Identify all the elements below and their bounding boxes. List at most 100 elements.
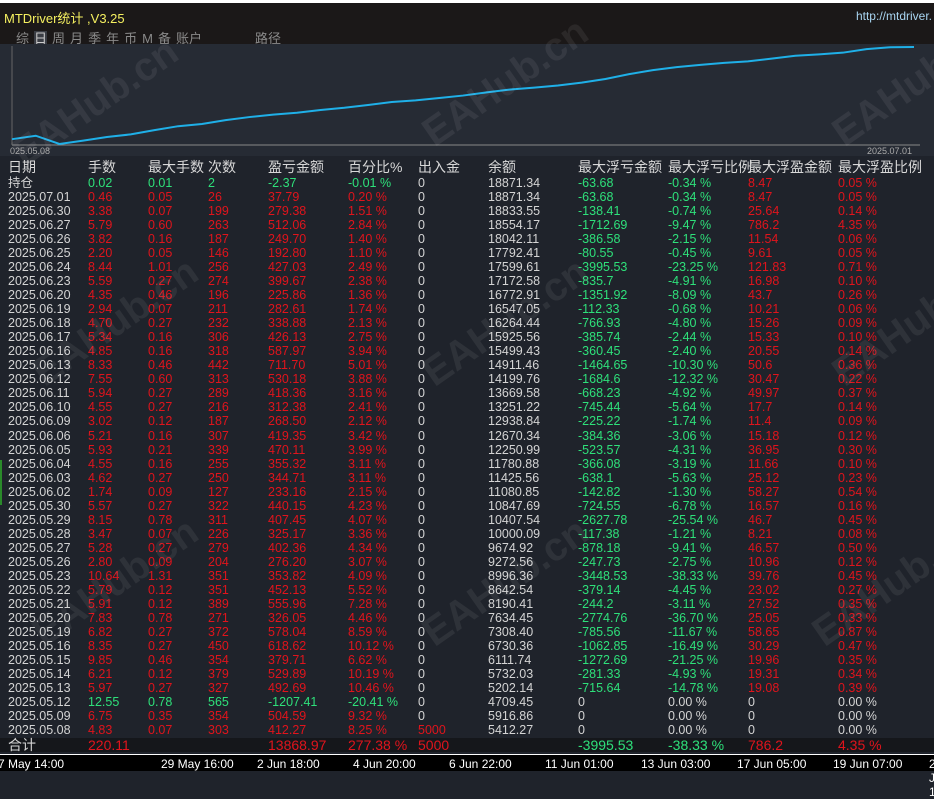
cell-0: 2025.06.13 [8, 358, 71, 373]
cell-4: 249.70 [268, 232, 307, 247]
cell-4: 13868.97 [268, 737, 327, 754]
table-row[interactable]: 2025.06.17 5.34 0.16 306 426.13 2.75 % 0 15925.… [0, 330, 934, 344]
table-row[interactable]: 2025.06.23 5.59 0.27 274 399.67 2.38 % 0 17172.… [0, 274, 934, 288]
cell-7: 14911.46 [488, 358, 540, 373]
cell-8: -281.33 [578, 667, 621, 682]
table-row[interactable]: 2025.06.16 4.85 0.16 318 587.97 3.94 % 0 15499.… [0, 344, 934, 358]
table-row[interactable]: 2025.06.25 2.20 0.05 146 192.80 1.10 % 0 17792.… [0, 246, 934, 260]
table-row[interactable]: 2025.05.21 5.91 0.12 389 555.96 7.28 % 0 8190.4… [0, 597, 934, 611]
cell-0: 合计 [8, 737, 36, 754]
table-row[interactable]: 2025.06.19 2.94 0.07 211 282.61 1.74 % 0 16547.… [0, 302, 934, 316]
table-row[interactable]: 2025.05.30 5.57 0.27 322 440.15 4.23 % 0 10847.… [0, 499, 934, 513]
cell-2: 0.05 [148, 190, 173, 204]
table-row[interactable]: 2025.05.27 5.28 0.27 279 402.36 4.34 % 0 9674.9… [0, 541, 934, 555]
cell-4: 192.80 [268, 246, 307, 261]
cell-0: 2025.05.16 [8, 638, 71, 653]
cell-2: 0.27 [148, 316, 173, 331]
cell-0: 2025.05.28 [8, 526, 71, 541]
cell-2: 0.16 [148, 330, 173, 345]
table-row[interactable]: 2025.06.06 5.21 0.16 307 419.35 3.42 % 0 12670.… [0, 429, 934, 443]
cell-9: -36.70 % [668, 610, 719, 625]
table-row[interactable]: 2025.05.16 8.35 0.27 450 618.62 10.12 % 0 6730.… [0, 639, 934, 653]
cell-11: 0.45 % [838, 512, 877, 527]
cell-0: 2025.05.19 [8, 624, 71, 639]
cell-8: 0 [578, 695, 585, 710]
cell-2: 0.21 [148, 442, 173, 457]
table-row[interactable]: 2025.05.26 2.80 0.09 204 276.20 3.07 % 0 9272.5… [0, 555, 934, 569]
cell-1: 4.70 [88, 316, 113, 331]
table-row[interactable]: 2025.05.23 10.64 1.31 351 353.82 4.09 % 0 8996.… [0, 569, 934, 583]
column-header: 最大浮亏比例 [668, 159, 752, 175]
table-row[interactable]: 2025.05.15 9.85 0.46 354 379.71 6.62 % 0 6111.7… [0, 653, 934, 667]
cell-10: 10.21 [748, 302, 780, 317]
table-row[interactable]: 2025.06.02 1.74 0.09 127 233.16 2.15 % 0 11080.… [0, 485, 934, 499]
table-row[interactable]: 2025.06.13 8.33 0.46 442 711.70 5.01 % 0 14911.… [0, 358, 934, 372]
cell-4: 399.67 [268, 274, 307, 289]
table-row[interactable]: 2025.05.14 6.21 0.12 379 529.89 10.19 % 0 5732.… [0, 667, 934, 681]
table-row[interactable]: 2025.06.24 8.44 1.01 256 427.03 2.49 % 0 17599.… [0, 260, 934, 274]
cell-2: 0.07 [148, 723, 173, 738]
cell-5: 2.84 % [348, 218, 387, 233]
chart-start-label: 025.05.08 [10, 146, 50, 156]
column-header: 盈亏金额 [268, 159, 324, 175]
time-axis-label: 11 Jun 01:00 [545, 757, 614, 771]
cell-10: 8.47 [748, 176, 773, 190]
table-row[interactable]: 2025.06.10 4.55 0.27 216 312.38 2.41 % 0 13251.… [0, 400, 934, 414]
cell-3: 279 [208, 540, 229, 555]
cell-8: -366.08 [578, 456, 621, 471]
cell-9: -25.54 % [668, 512, 719, 527]
table-row[interactable]: 2025.06.11 5.94 0.27 289 418.36 3.16 % 0 13669.… [0, 386, 934, 400]
cell-3: 311 [208, 512, 228, 527]
table-row[interactable]: 2025.05.28 3.47 0.07 226 325.17 3.36 % 0 10000.… [0, 527, 934, 541]
table-row[interactable]: 2025.05.09 6.75 0.35 354 504.59 9.32 % 0 5916.8… [0, 709, 934, 723]
table-row[interactable]: 2025.06.30 3.38 0.07 199 279.38 1.51 % 0 18833.… [0, 204, 934, 218]
table-row[interactable]: 2025.06.04 4.55 0.16 255 355.32 3.11 % 0 11780.… [0, 457, 934, 471]
cell-7: 11780.88 [488, 456, 540, 471]
table-row[interactable]: 2025.06.26 3.82 0.16 187 249.70 1.40 % 0 18042.… [0, 232, 934, 246]
cell-5: 5.01 % [348, 358, 387, 373]
time-axis-label: 13 Jun 03:00 [641, 757, 711, 771]
table-row[interactable]: 2025.06.20 4.35 0.46 196 225.86 1.36 % 0 16772.… [0, 288, 934, 302]
website-link[interactable]: http://mtdriver. [856, 9, 932, 23]
cell-2: 0.07 [148, 204, 173, 219]
table-row[interactable]: 2025.05.19 6.82 0.27 372 578.04 8.59 % 0 7308.4… [0, 625, 934, 639]
cell-0: 2025.06.17 [8, 330, 71, 345]
cell-4: 418.36 [268, 386, 307, 401]
cell-0: 2025.05.22 [8, 582, 71, 597]
table-row[interactable]: 2025.06.09 3.02 0.12 187 268.50 2.12 % 0 12938.… [0, 414, 934, 428]
cell-0: 2025.06.27 [8, 218, 71, 233]
cell-1: 4.62 [88, 470, 113, 485]
cell-5: 8.25 % [348, 723, 387, 738]
scroll-indicator[interactable] [0, 460, 2, 505]
cell-1: 7.83 [88, 610, 113, 625]
cell-9: -23.25 % [668, 260, 719, 275]
cell-9: -3.19 % [668, 456, 712, 471]
cell-11: 0.22 % [838, 372, 877, 387]
table-row[interactable]: 2025.05.13 5.97 0.27 327 492.69 10.46 % 0 5202.… [0, 681, 934, 695]
table-row[interactable]: 2025.05.08 4.83 0.07 303 412.27 8.25 % 5000 541… [0, 723, 934, 737]
cell-5: -20.41 % [348, 695, 399, 710]
cell-0: 2025.06.06 [8, 428, 71, 443]
table-row[interactable]: 2025.05.12 12.55 0.78 565 -1207.41 -20.41 % 0 4… [0, 695, 934, 709]
cell-7: 7634.45 [488, 610, 534, 625]
cell-0: 2025.05.08 [8, 723, 71, 738]
app-title: MTDriver统计 ,V3.25 [4, 11, 125, 26]
cell-7: 10847.69 [488, 498, 541, 513]
table-row[interactable]: 2025.05.20 7.83 0.78 271 326.05 4.46 % 0 7634.4… [0, 611, 934, 625]
cell-1: 5.79 [88, 582, 113, 597]
table-row[interactable]: 2025.06.12 7.55 0.60 313 530.18 3.88 % 0 14199.… [0, 372, 934, 386]
table-row[interactable]: 2025.06.03 4.62 0.27 250 344.71 3.11 % 0 11425.… [0, 471, 934, 485]
table-row[interactable]: 2025.06.18 4.70 0.27 232 338.88 2.13 % 0 16264.… [0, 316, 934, 330]
cell-5: 2.38 % [348, 274, 387, 289]
column-header: 最大浮盈比例 [838, 159, 922, 175]
table-row[interactable]: 2025.06.27 5.79 0.60 263 512.06 2.84 % 0 18554.… [0, 218, 934, 232]
table-row[interactable]: 2025.05.22 5.79 0.12 351 452.13 5.52 % 0 8642.5… [0, 583, 934, 597]
cell-1: 6.82 [88, 624, 113, 639]
cell-9: -0.68 % [668, 302, 712, 317]
table-row[interactable]: 2025.07.01 0.46 0.05 26 37.79 0.20 % 0 18871.34… [0, 190, 934, 204]
table-row[interactable]: 2025.06.05 5.93 0.21 339 470.11 3.99 % 0 12250.… [0, 443, 934, 457]
table-row[interactable]: 2025.05.29 8.15 0.78 311 407.45 4.07 % 0 10407.… [0, 513, 934, 527]
cell-6: 0 [418, 596, 425, 611]
cell-9: -2.40 % [668, 344, 712, 359]
cell-10: 27.52 [748, 596, 780, 611]
